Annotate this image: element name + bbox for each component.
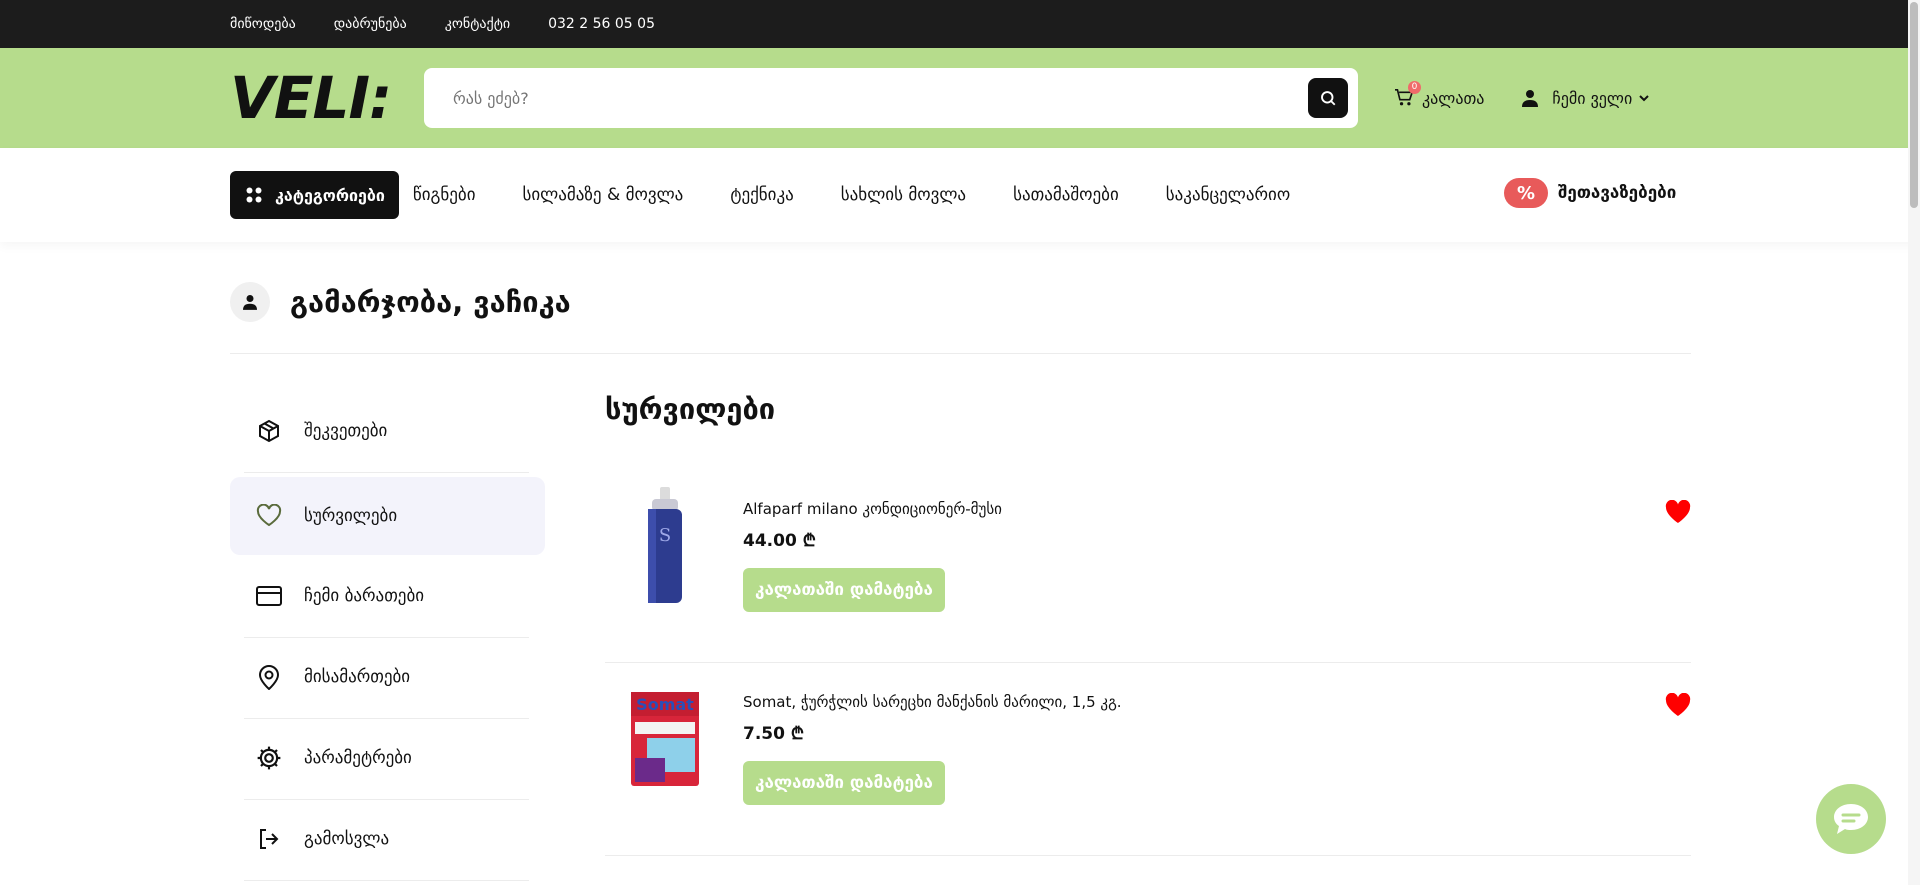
product-brand-text: Somat [636,695,694,714]
card-icon [254,586,284,606]
sidebar-item-orders[interactable]: შეკვეთები [230,392,545,470]
sidebar-item-addresses[interactable]: მისამართები [230,638,545,716]
cart-label: კალათა [1422,88,1485,108]
greeting: გამარჯობა, ვაჩიკა [230,282,571,322]
nav-item-beauty[interactable]: სილამაზე & მოვლა [523,185,684,205]
nav-item-books[interactable]: წიგნები [413,185,476,205]
sidebar-item-label: შეკვეთები [304,421,388,441]
sidebar-item-label: პარამეტრები [304,748,412,768]
divider [230,353,1691,354]
header: VELI: 0 კალათა ჩემი ველი [0,48,1920,148]
product-price: 7.50 ₾ [743,724,804,744]
wishlist-section: სურვილები S Alfaparf milano კონდიციონერ-… [605,392,1691,856]
gear-icon [254,745,284,771]
add-to-cart-button[interactable]: კალათაში დამატება [743,761,945,805]
sidebar-item-label: სურვილები [304,506,398,526]
chat-button[interactable] [1816,784,1886,854]
cart-count-badge: 0 [1408,80,1421,94]
scrollbar-thumb[interactable] [1910,2,1918,208]
sidebar-item-label: ჩემი ბარათები [304,586,425,606]
percent-icon: % [1504,178,1548,208]
search-input[interactable] [451,87,1255,109]
remove-from-wishlist-heart-icon[interactable] [1665,692,1691,721]
sidebar-divider [244,880,529,881]
nav-item-stationery[interactable]: საკანცელარიო [1166,185,1290,205]
add-to-cart-button[interactable]: კალათაში დამატება [743,568,945,612]
sidebar-item-logout[interactable]: გამოსვლა [230,800,545,878]
product-image[interactable]: S [615,480,715,610]
logout-icon [254,827,284,851]
page-scrollbar[interactable] [1908,0,1920,885]
nav-item-tech[interactable]: ტექნიკა [730,185,793,205]
sidebar-item-settings[interactable]: პარამეტრები [230,719,545,797]
sidebar-item-label: მისამართები [304,667,411,687]
product-price: 44.00 ₾ [743,531,816,551]
product-name[interactable]: Somat, ჭურჭლის სარეცხი მანქანის მარილი, … [743,693,1122,711]
search-button[interactable] [1308,78,1348,118]
topbar-link-delivery[interactable]: მიწოდება [230,16,296,32]
product-image[interactable]: Somat [615,673,715,803]
chevron-down-icon [1639,95,1649,102]
search-icon [1321,91,1336,106]
topbar-link-returns[interactable]: დაბრუნება [334,16,407,32]
sidebar-item-wishlist[interactable]: სურვილები [230,477,545,555]
location-pin-icon [254,664,284,690]
sidebar-item-cards[interactable]: ჩემი ბარათები [230,557,545,635]
greeting-text: გამარჯობა, ვაჩიკა [290,285,571,319]
sidebar-item-label: გამოსვლა [304,829,390,849]
topbar-phone[interactable]: 032 2 56 05 05 [548,16,655,32]
wishlist-item: Somat Somat, ჭურჭლის სარეცხი მანქანის მა… [605,663,1691,856]
box-icon [254,419,284,443]
svg-text:S: S [659,525,671,546]
wishlist-item: S Alfaparf milano კონდიციონერ-მუსი 44.00… [605,470,1691,663]
search-bar [424,68,1358,128]
category-nav: კატეგორიები წიგნები სილამაზე & მოვლა ტექ… [0,148,1920,242]
topbar-link-contact[interactable]: კონტაქტი [445,16,510,32]
user-avatar-icon [230,282,270,322]
offers-link[interactable]: % შეთავაზებები [1504,178,1676,208]
product-name[interactable]: Alfaparf milano კონდიციონერ-მუსი [743,500,1002,518]
logo[interactable]: VELI: [230,69,400,127]
nav-item-toys[interactable]: სათამაშოები [1013,185,1119,205]
cart-button[interactable]: 0 კალათა [1394,80,1485,108]
top-bar: მიწოდება დაბრუნება კონტაქტი 032 2 56 05 … [0,0,1920,48]
account-label: ჩემი ველი [1552,88,1633,108]
categories-button[interactable]: კატეგორიები [230,171,399,219]
remove-from-wishlist-heart-icon[interactable] [1665,499,1691,528]
sidebar-divider [244,472,529,473]
heart-icon [254,504,284,528]
categories-label: კატეგორიები [275,185,385,205]
offers-label: შეთავაზებები [1558,183,1677,203]
account-sidebar: შეკვეთები სურვილები ჩემი ბარათები მისამა… [230,392,545,881]
chat-icon [1834,804,1868,834]
account-menu[interactable]: ჩემი ველი [1522,89,1650,108]
section-title: სურვილები [605,392,776,426]
nav-item-home-care[interactable]: სახლის მოვლა [841,185,966,205]
grid-icon [246,187,262,203]
user-icon [1522,90,1539,107]
